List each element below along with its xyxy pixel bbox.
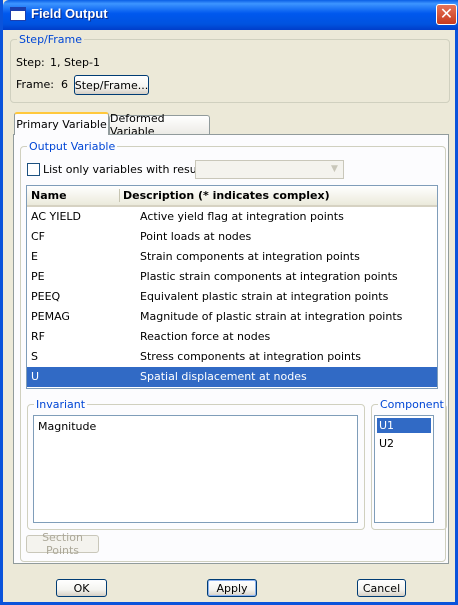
row-name: E [31,250,38,263]
row-description: Point loads at nodes [140,230,252,243]
table-row[interactable]: S Stress components at integration point… [27,347,437,367]
row-name: RF [31,330,45,343]
variable-table: Name Description (* indicates complex) A… [26,185,438,389]
tab-deformed-variable[interactable]: Deformed Variable [109,112,210,138]
table-header: Name Description (* indicates complex) [27,186,437,207]
column-header-description[interactable]: Description (* indicates complex) [123,189,330,202]
component-legend: Component [380,398,444,411]
table-row[interactable]: AC YIELD Active yield flag at integratio… [27,207,437,227]
step-frame-button[interactable]: Step/Frame... [74,75,149,95]
step-value: 1, Step-1 [50,56,101,69]
table-row[interactable]: E Strain components at integration point… [27,247,437,267]
table-row[interactable]: PE Plastic strain components at integrat… [27,267,437,287]
list-only-checkbox[interactable] [27,163,40,176]
table-row-selected[interactable]: U Spatial displacement at nodes [27,367,437,387]
row-description: Active yield flag at integration points [140,210,344,223]
list-item-selected[interactable]: U1 [377,418,431,433]
row-description: Magnitude of plastic strain at integrati… [140,310,403,323]
row-description: Strain components at integration points [140,250,360,263]
row-description: Equivalent plastic strain at integration… [140,290,389,303]
window-title: Field Output [31,6,108,21]
list-item[interactable]: Magnitude [36,419,156,434]
ok-button[interactable]: OK [56,579,107,597]
row-description: Plastic strain components at integration… [140,270,398,283]
row-name: S [31,350,38,363]
results-combo[interactable]: ▼ [195,160,344,179]
title-bar[interactable]: Field Output ✕ [3,0,458,30]
field-output-dialog: Field Output ✕ Step/Frame Step: 1, Step-… [0,0,458,605]
row-name: PEMAG [31,310,70,323]
row-name: AC YIELD [31,210,82,223]
invariant-legend: Invariant [36,398,86,411]
row-name: U [31,370,40,383]
row-name: PEEQ [31,290,61,303]
invariant-list[interactable]: Magnitude [33,415,358,523]
output-variable-legend: Output Variable [29,140,116,153]
table-row[interactable]: PEEQ Equivalent plastic strain at integr… [27,287,437,307]
list-only-label: List only variables with results: [43,163,214,176]
step-label: Step: [16,56,45,69]
frame-value: 6 [61,78,68,91]
close-button[interactable]: ✕ [436,4,457,25]
table-row[interactable]: RF Reaction force at nodes [27,327,437,347]
frame-label: Frame: [16,78,54,91]
table-row[interactable]: PEMAG Magnitude of plastic strain at int… [27,307,437,327]
list-item[interactable]: U2 [377,436,431,451]
row-description: Spatial displacement at nodes [140,370,307,383]
row-name: PE [31,270,45,283]
section-points-button[interactable]: Section Points [26,531,99,557]
window-icon [10,7,26,21]
table-row[interactable]: CF Point loads at nodes [27,227,437,247]
chevron-down-icon[interactable]: ▼ [327,162,342,177]
row-name: CF [31,230,46,243]
cancel-button[interactable]: Cancel [357,579,406,597]
step-frame-legend: Step/Frame [19,33,83,46]
apply-button[interactable]: Apply [207,579,257,597]
component-list[interactable]: U1 U2 [374,415,434,523]
tab-primary-variable[interactable]: Primary Variable [14,112,109,135]
row-description: Reaction force at nodes [140,330,271,343]
column-divider[interactable] [119,189,120,202]
column-header-name[interactable]: Name [31,189,67,202]
row-description: Stress components at integration points [140,350,362,363]
